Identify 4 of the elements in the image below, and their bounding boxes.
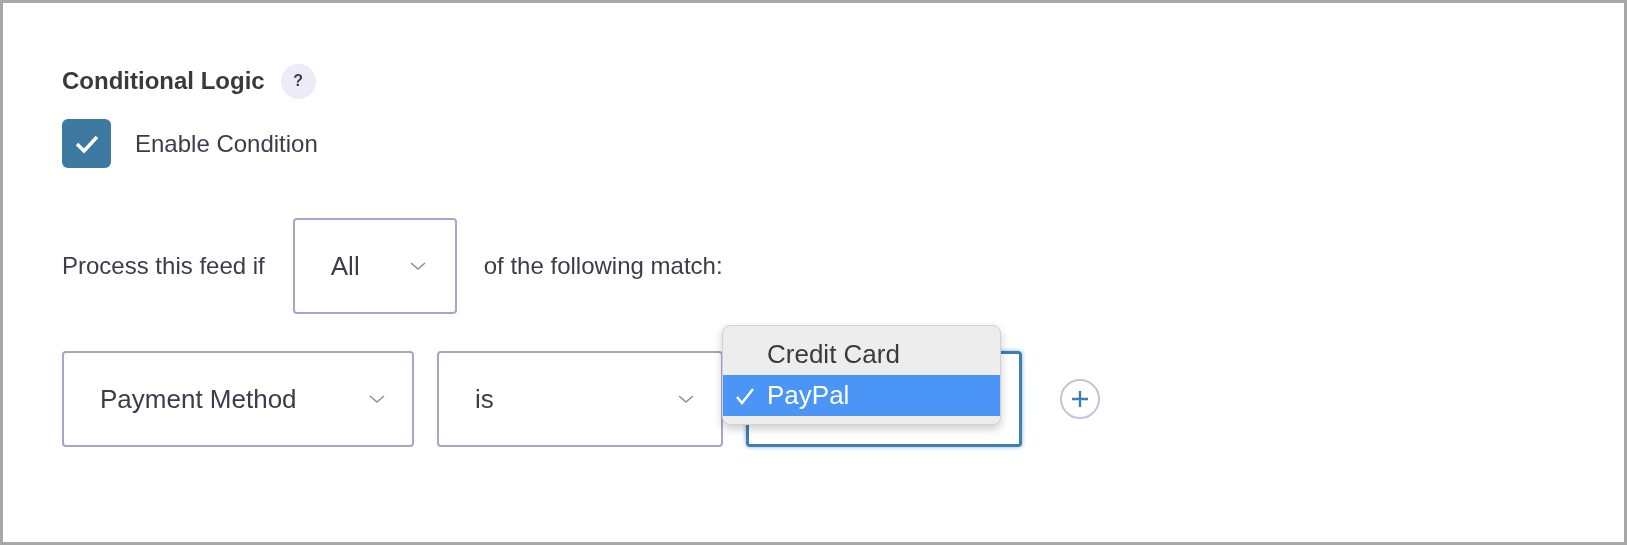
checkbox-label: Enable Condition <box>135 128 318 159</box>
section-title: Conditional Logic <box>62 66 265 96</box>
match-prefix: Process this feed if <box>62 251 265 281</box>
match-suffix: of the following match: <box>483 251 723 281</box>
